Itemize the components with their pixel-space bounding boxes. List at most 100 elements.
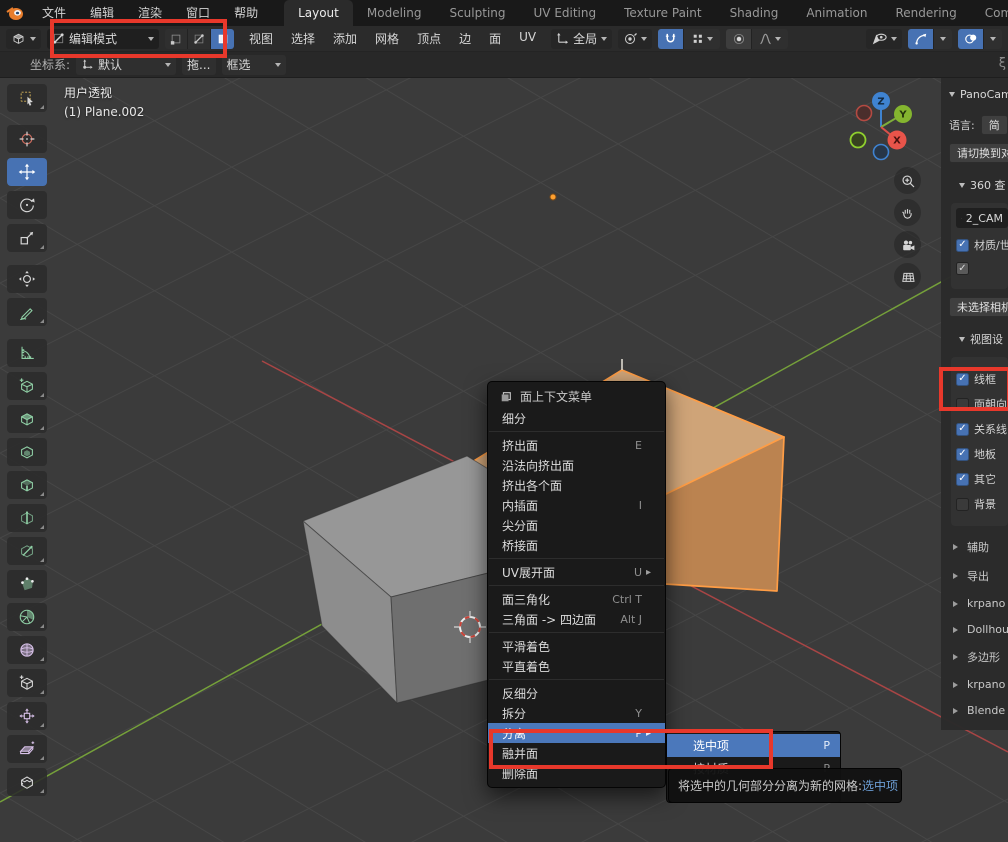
viewport-menu-item[interactable]: 视图 (240, 30, 282, 47)
submenu-item[interactable]: 选中项 P (667, 734, 840, 757)
show-overlays-toggle[interactable] (958, 29, 984, 49)
blender-logo-icon[interactable] (0, 0, 30, 26)
tool-annotate[interactable] (7, 298, 47, 326)
tool-scale[interactable] (7, 224, 47, 252)
topbar-menu-item[interactable]: 文件 (30, 0, 78, 26)
viewport-menu-item[interactable]: 面 (480, 30, 510, 47)
show-gizmo-toggle[interactable] (908, 29, 934, 49)
tool-edge-slide[interactable] (7, 669, 47, 697)
workspace-tab[interactable]: Shading (716, 0, 793, 26)
navigation-gizmo[interactable]: Z Y X (843, 82, 933, 164)
gizmo-neg-y-ball[interactable] (851, 133, 866, 148)
tool-measure[interactable] (7, 339, 47, 367)
camera-object-field[interactable]: 2_CAM (956, 208, 1008, 228)
collapsed-section-header[interactable]: Dollhou (953, 623, 1008, 636)
view-setting-checkbox[interactable]: 其它 (956, 471, 1008, 487)
proportional-falloff-dropdown[interactable] (752, 29, 788, 49)
view-setting-checkbox[interactable]: 面朝向 (956, 396, 1008, 412)
collapsed-section-header[interactable]: 导出 (953, 568, 1008, 584)
context-menu-item[interactable]: 三角面 -> 四边面 Alt J (488, 609, 665, 629)
context-menu-item[interactable]: 面三角化 Ctrl T (488, 589, 665, 609)
context-menu-item[interactable]: 分离 P ▸ (488, 723, 665, 743)
snap-toggle-button[interactable] (658, 29, 684, 49)
viewport-menu-item[interactable]: 选择 (282, 30, 324, 47)
viewport-menu-item[interactable]: 边 (450, 30, 480, 47)
context-menu-item[interactable] (489, 558, 664, 559)
topbar-menu-item[interactable]: 窗口 (174, 0, 222, 26)
context-menu-item[interactable] (489, 679, 664, 680)
tool-inset-faces[interactable] (7, 438, 47, 466)
vertex-select-mode-button[interactable] (165, 29, 188, 49)
tool-extrude-region[interactable] (7, 405, 47, 433)
context-menu-item[interactable]: 反细分 (488, 683, 665, 703)
tool-bevel[interactable] (7, 471, 47, 499)
tool-shear[interactable] (7, 735, 47, 763)
collapsed-section-header[interactable]: Blende (953, 704, 1008, 717)
overlays-settings-dropdown[interactable] (984, 29, 1002, 49)
workspace-tab[interactable]: Animation (792, 0, 881, 26)
workspace-tab[interactable]: Sculpting (435, 0, 519, 26)
context-menu-item[interactable]: 融并面 (488, 743, 665, 763)
orientation-preset-dropdown[interactable]: 默认 (76, 55, 176, 75)
viewport-menu-item[interactable]: 添加 (324, 30, 366, 47)
transform-orientation-dropdown[interactable]: 全局 (551, 29, 612, 49)
workspace-tab[interactable]: Rendering (882, 0, 971, 26)
mode-dropdown[interactable]: 编辑模式 (47, 29, 159, 49)
face-select-mode-button[interactable] (211, 29, 234, 49)
context-menu-item[interactable]: 挤出各个面 (488, 475, 665, 495)
view-setting-checkbox[interactable]: 背景 (956, 496, 1008, 512)
orthographic-toggle-button[interactable] (894, 263, 921, 290)
zoom-button[interactable] (894, 167, 921, 194)
context-menu-item[interactable]: 平滑着色 (488, 636, 665, 656)
context-menu-item[interactable]: 细分 (488, 408, 665, 428)
context-menu-item[interactable]: 沿法向挤出面 (488, 455, 665, 475)
context-menu-item[interactable]: 挤出面 E (488, 435, 665, 455)
viewport-menu-item[interactable]: UV (510, 30, 545, 47)
gizmo-neg-x-ball[interactable] (857, 106, 872, 121)
collapsed-section-header[interactable]: 辅助 (953, 539, 1008, 555)
tool-rotate[interactable] (7, 191, 47, 219)
drag-mode-button[interactable]: 拖... (182, 55, 215, 75)
tool-knife[interactable] (7, 537, 47, 565)
view-setting-checkbox[interactable]: 地板 (956, 446, 1008, 462)
tool-cursor[interactable] (7, 125, 47, 153)
snap-settings-dropdown[interactable] (684, 29, 720, 49)
view-setting-checkbox[interactable]: 线框 (956, 371, 1008, 387)
workspace-tab[interactable]: Modeling (353, 0, 436, 26)
tool-loop-cut[interactable] (7, 504, 47, 532)
tool-smooth[interactable] (7, 636, 47, 664)
pivot-point-dropdown[interactable] (618, 29, 652, 49)
topbar-menu-item[interactable]: 编辑 (78, 0, 126, 26)
tool-transform[interactable] (7, 265, 47, 293)
context-menu-item[interactable]: 删除面 (488, 763, 665, 783)
editor-type-button[interactable] (6, 29, 41, 49)
workspace-tab[interactable]: Texture Paint (610, 0, 715, 26)
tool-shrink-fatten[interactable] (7, 702, 47, 730)
context-menu-item[interactable]: 拆分 Y (488, 703, 665, 723)
workspace-tab[interactable]: UV Editing (520, 0, 611, 26)
tool-move[interactable] (7, 158, 47, 186)
viewport-menu-item[interactable]: 网格 (366, 30, 408, 47)
camera-view-button[interactable] (894, 231, 921, 258)
panel-header-panocam[interactable]: PanoCam (949, 88, 1008, 101)
gizmo-settings-dropdown[interactable] (934, 29, 952, 49)
context-menu-item[interactable] (489, 585, 664, 586)
context-menu-item[interactable]: 平直着色 (488, 656, 665, 676)
panel-section-view-settings[interactable]: 视图设 (959, 331, 1008, 347)
workspace-tab[interactable]: Compositing (971, 0, 1008, 26)
context-menu-item[interactable]: 尖分面 (488, 515, 665, 535)
switch-mode-button[interactable]: 请切换到对 (949, 143, 1008, 163)
tool-poly-build[interactable] (7, 570, 47, 598)
tool-add-cube[interactable] (7, 372, 47, 400)
context-menu-item[interactable]: 桥接面 (488, 535, 665, 555)
context-menu-item[interactable] (489, 431, 664, 432)
edge-select-mode-button[interactable] (188, 29, 211, 49)
topbar-menu-item[interactable]: 渲染 (126, 0, 174, 26)
pan-hand-button[interactable] (894, 199, 921, 226)
collapsed-section-header[interactable]: 多边形 (953, 649, 1008, 665)
tool-rip-region[interactable] (7, 768, 47, 796)
no-camera-selected-button[interactable]: 未选择相机 (949, 297, 1008, 317)
proportional-edit-toggle[interactable] (726, 29, 752, 49)
show-object-types-dropdown[interactable] (866, 29, 902, 49)
panel-section-360[interactable]: 360 查 (959, 177, 1008, 193)
